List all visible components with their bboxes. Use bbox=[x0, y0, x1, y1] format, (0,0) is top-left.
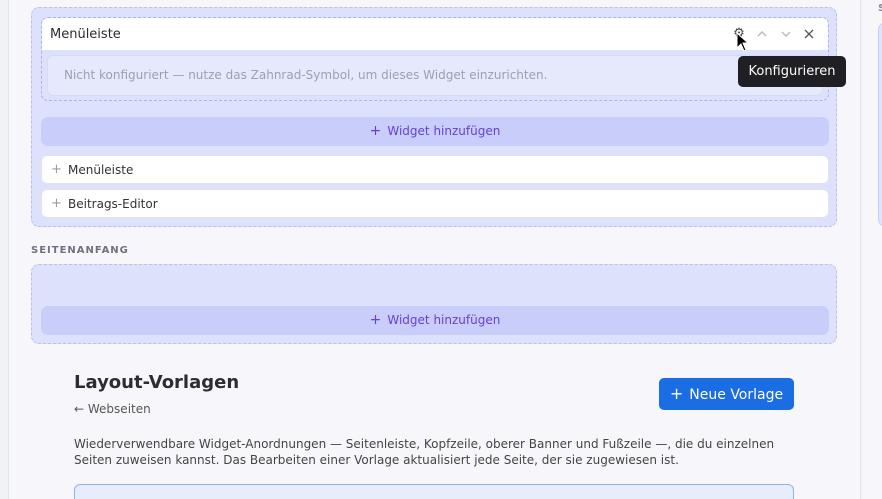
widget-zone-seitenanfang: + Widget hinzufügen bbox=[31, 264, 837, 344]
add-widget-button[interactable]: + Widget hinzufügen bbox=[41, 306, 829, 335]
add-widget-label: Widget hinzufügen bbox=[387, 313, 501, 327]
widget-option-label: Beitrags-Editor bbox=[68, 197, 158, 211]
page-title: Layout-Vorlagen bbox=[74, 372, 240, 393]
tooltip: Konfigurieren bbox=[738, 56, 846, 87]
widget-title: Menüleiste bbox=[50, 27, 121, 42]
plus-icon: + bbox=[369, 312, 382, 328]
widget-header: Menüleiste ⚙ bbox=[42, 18, 828, 50]
chevron-up-icon[interactable] bbox=[754, 26, 770, 42]
add-widget-label: Widget hinzufügen bbox=[387, 124, 501, 138]
back-link-label: Webseiten bbox=[87, 402, 151, 416]
section-label-seitenanfang: SEITENANFANG bbox=[31, 245, 129, 256]
page-description: Wiederverwendbare Widget-Anordnungen — S… bbox=[74, 437, 775, 467]
plus-icon: + bbox=[51, 196, 62, 211]
widget-zone-top: Menüleiste ⚙ Nicht konfiguriert — nutze … bbox=[31, 7, 837, 227]
back-link[interactable]: ← Webseiten bbox=[74, 402, 151, 416]
close-icon[interactable] bbox=[801, 26, 817, 42]
widget-placeholder: Nicht konfiguriert — nutze das Zahnrad-S… bbox=[47, 55, 823, 96]
new-template-label: Neue Vorlage bbox=[689, 387, 784, 403]
add-widget-button[interactable]: + Widget hinzufügen bbox=[41, 117, 829, 146]
widget-option-beitrags-editor[interactable]: + Beitrags-Editor bbox=[41, 189, 829, 218]
info-box bbox=[74, 484, 794, 499]
right-pane: S bbox=[862, 0, 882, 499]
chevron-down-icon[interactable] bbox=[778, 26, 794, 42]
new-template-button[interactable]: + Neue Vorlage bbox=[659, 378, 794, 410]
mouse-cursor-icon bbox=[736, 32, 750, 52]
right-pane-zone-edge bbox=[878, 22, 882, 227]
arrow-left-icon: ← bbox=[74, 402, 85, 416]
widget-placeholder-text: Nicht konfiguriert — nutze das Zahnrad-S… bbox=[64, 68, 548, 82]
plus-icon: + bbox=[669, 384, 684, 403]
right-pane-label: S bbox=[878, 3, 882, 14]
widget-card: Menüleiste ⚙ Nicht konfiguriert — nutze … bbox=[41, 17, 829, 101]
widget-option-label: Menüleiste bbox=[68, 163, 134, 177]
widget-option-menueleiste[interactable]: + Menüleiste bbox=[41, 155, 829, 184]
plus-icon: + bbox=[369, 123, 382, 139]
plus-icon: + bbox=[51, 162, 62, 177]
